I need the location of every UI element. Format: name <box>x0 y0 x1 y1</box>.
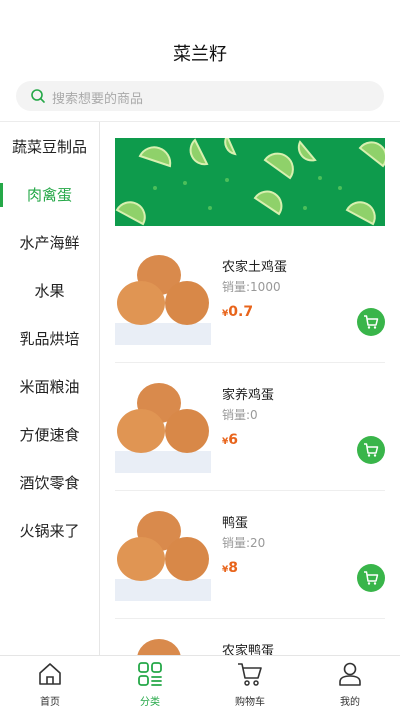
product-image-eggs <box>115 245 211 345</box>
category-icon <box>138 662 162 686</box>
add-to-cart-button[interactable] <box>357 308 385 336</box>
category-sidebar: 蔬菜豆制品 肉禽蛋 水产海鲜 水果 乳品烘培 米面粮油 方便速食 酒饮零食 火锅… <box>0 122 100 655</box>
cart-icon <box>364 571 379 585</box>
product-price: ¥0.7 <box>222 304 253 320</box>
product-name: 农家鸭蛋 <box>222 644 275 655</box>
product-image-eggs <box>115 373 211 473</box>
product-name: 农家土鸡蛋 <box>222 260 288 275</box>
sidebar-item-seafood[interactable]: 水产海鲜 <box>0 219 99 267</box>
cart-icon <box>238 663 262 686</box>
tab-cart-label: 购物车 <box>235 697 265 708</box>
product-name: 鸭蛋 <box>222 516 249 531</box>
product-name: 家养鸡蛋 <box>222 388 275 403</box>
search-icon <box>31 89 45 103</box>
sidebar-item-fruit[interactable]: 水果 <box>0 267 99 315</box>
tab-category-label: 分类 <box>140 697 160 708</box>
bottom-tab-bar: 首页 分类 购物车 我的 <box>0 655 400 712</box>
tab-home-label: 首页 <box>40 697 60 708</box>
header: 菜兰籽 <box>0 0 400 80</box>
price-value: 8 <box>228 560 239 576</box>
product-sales: 销量:1000 <box>222 280 281 294</box>
product-price: ¥8 <box>222 560 238 576</box>
product-card[interactable]: 农家鸭蛋 <box>115 624 385 655</box>
user-icon <box>339 662 361 686</box>
product-card[interactable]: 农家土鸡蛋 销量:1000 ¥0.7 <box>115 240 385 363</box>
cart-icon <box>364 315 379 329</box>
tab-category[interactable]: 分类 <box>100 656 200 712</box>
product-image-eggs <box>115 629 211 655</box>
product-card[interactable]: 家养鸡蛋 销量:0 ¥6 <box>115 368 385 491</box>
product-price: ¥6 <box>222 432 238 448</box>
sidebar-item-hotpot[interactable]: 火锅来了 <box>0 507 99 555</box>
sidebar-item-drinks-snacks[interactable]: 酒饮零食 <box>0 459 99 507</box>
add-to-cart-button[interactable] <box>357 436 385 464</box>
product-sales: 销量:20 <box>222 536 266 550</box>
product-image-eggs <box>115 501 211 601</box>
tab-cart[interactable]: 购物车 <box>200 656 300 712</box>
add-to-cart-button[interactable] <box>357 564 385 592</box>
sidebar-item-instant-food[interactable]: 方便速食 <box>0 411 99 459</box>
lime-pattern-image <box>115 138 385 226</box>
tab-profile-label: 我的 <box>340 697 360 708</box>
product-list: 农家土鸡蛋 销量:1000 ¥0.7 家养鸡蛋 销量:0 ¥6 鸭蛋 销量:20… <box>100 122 400 655</box>
product-sales: 销量:0 <box>222 408 258 422</box>
sidebar-item-vegetables[interactable]: 蔬菜豆制品 <box>0 123 99 171</box>
tab-profile[interactable]: 我的 <box>300 656 400 712</box>
sidebar-item-rice-noodles-oil[interactable]: 米面粮油 <box>0 363 99 411</box>
search-bar[interactable]: 搜索想要的商品 <box>16 81 384 111</box>
product-card[interactable]: 鸭蛋 销量:20 ¥8 <box>115 496 385 619</box>
price-value: 0.7 <box>228 304 254 320</box>
sidebar-item-meat-eggs[interactable]: 肉禽蛋 <box>0 171 99 219</box>
price-value: 6 <box>228 432 239 448</box>
sidebar-item-dairy-bakery[interactable]: 乳品烘培 <box>0 315 99 363</box>
tab-home[interactable]: 首页 <box>0 656 100 712</box>
search-placeholder: 搜索想要的商品 <box>52 92 144 107</box>
cart-icon <box>364 443 379 457</box>
page-title: 菜兰籽 <box>173 44 227 65</box>
home-icon <box>39 663 61 685</box>
promo-banner[interactable] <box>115 138 385 226</box>
